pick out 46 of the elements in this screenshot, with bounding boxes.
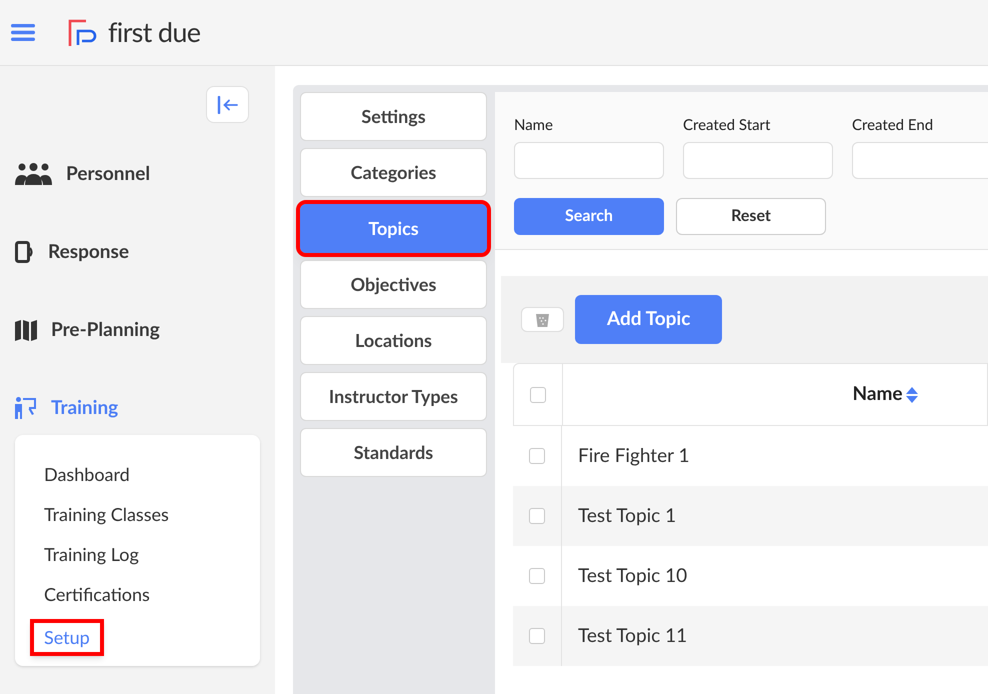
menu-icon[interactable] (11, 24, 35, 41)
add-topic-button[interactable]: Add Topic (575, 295, 722, 344)
text-field[interactable] (683, 142, 833, 178)
tab[interactable]: Standards (300, 428, 487, 477)
submenu-link[interactable]: Setup (30, 619, 104, 656)
submenu-link[interactable]: Certifications (30, 579, 164, 610)
tab[interactable]: Objectives (300, 260, 487, 309)
device-icon (15, 241, 34, 263)
tab[interactable]: Categories (300, 148, 487, 197)
checkbox[interactable] (529, 508, 545, 524)
trash-icon (535, 312, 550, 328)
tab[interactable]: Settings (300, 92, 487, 141)
checkbox[interactable] (529, 448, 545, 464)
sort-icon[interactable] (906, 386, 918, 402)
table-cell-text: Test Topic 10 (578, 562, 688, 589)
submenu-link[interactable]: Dashboard (30, 459, 144, 490)
checkbox[interactable] (529, 568, 545, 584)
collapse-sidebar-button[interactable] (206, 86, 249, 123)
submenu-link[interactable]: Training Classes (30, 499, 183, 530)
field-label: Created End (852, 115, 934, 136)
table-cell-text: Test Topic 11 (578, 622, 688, 649)
reset-button[interactable]: Reset (676, 198, 826, 234)
column-header[interactable]: Name (852, 380, 903, 409)
tab[interactable]: Topics (300, 204, 487, 253)
table-cell-text: Test Topic 1 (578, 502, 676, 529)
sidebar-item[interactable]: Response (15, 238, 129, 266)
field-label: Name (514, 115, 554, 136)
brand-name: first due (108, 14, 200, 50)
collapse-icon (216, 96, 238, 114)
map-icon (15, 319, 37, 341)
text-field[interactable] (852, 142, 988, 178)
field-label: Created Start (683, 115, 772, 136)
trainer-icon (15, 397, 37, 419)
tab[interactable]: Locations (300, 316, 487, 365)
tab[interactable]: Instructor Types (300, 372, 487, 421)
people-icon (15, 163, 52, 185)
sidebar-item[interactable]: Personnel (15, 160, 150, 188)
submenu-link[interactable]: Training Log (30, 539, 153, 570)
text-field[interactable] (514, 142, 664, 178)
checkbox[interactable] (529, 628, 545, 644)
search-button[interactable]: Search (514, 198, 664, 234)
checkbox[interactable] (530, 386, 546, 402)
table-cell-text: Fire Fighter 1 (578, 442, 690, 469)
sidebar-item[interactable]: Pre-Planning (15, 316, 160, 344)
logo-icon (68, 18, 98, 46)
delete-button[interactable] (521, 307, 564, 332)
